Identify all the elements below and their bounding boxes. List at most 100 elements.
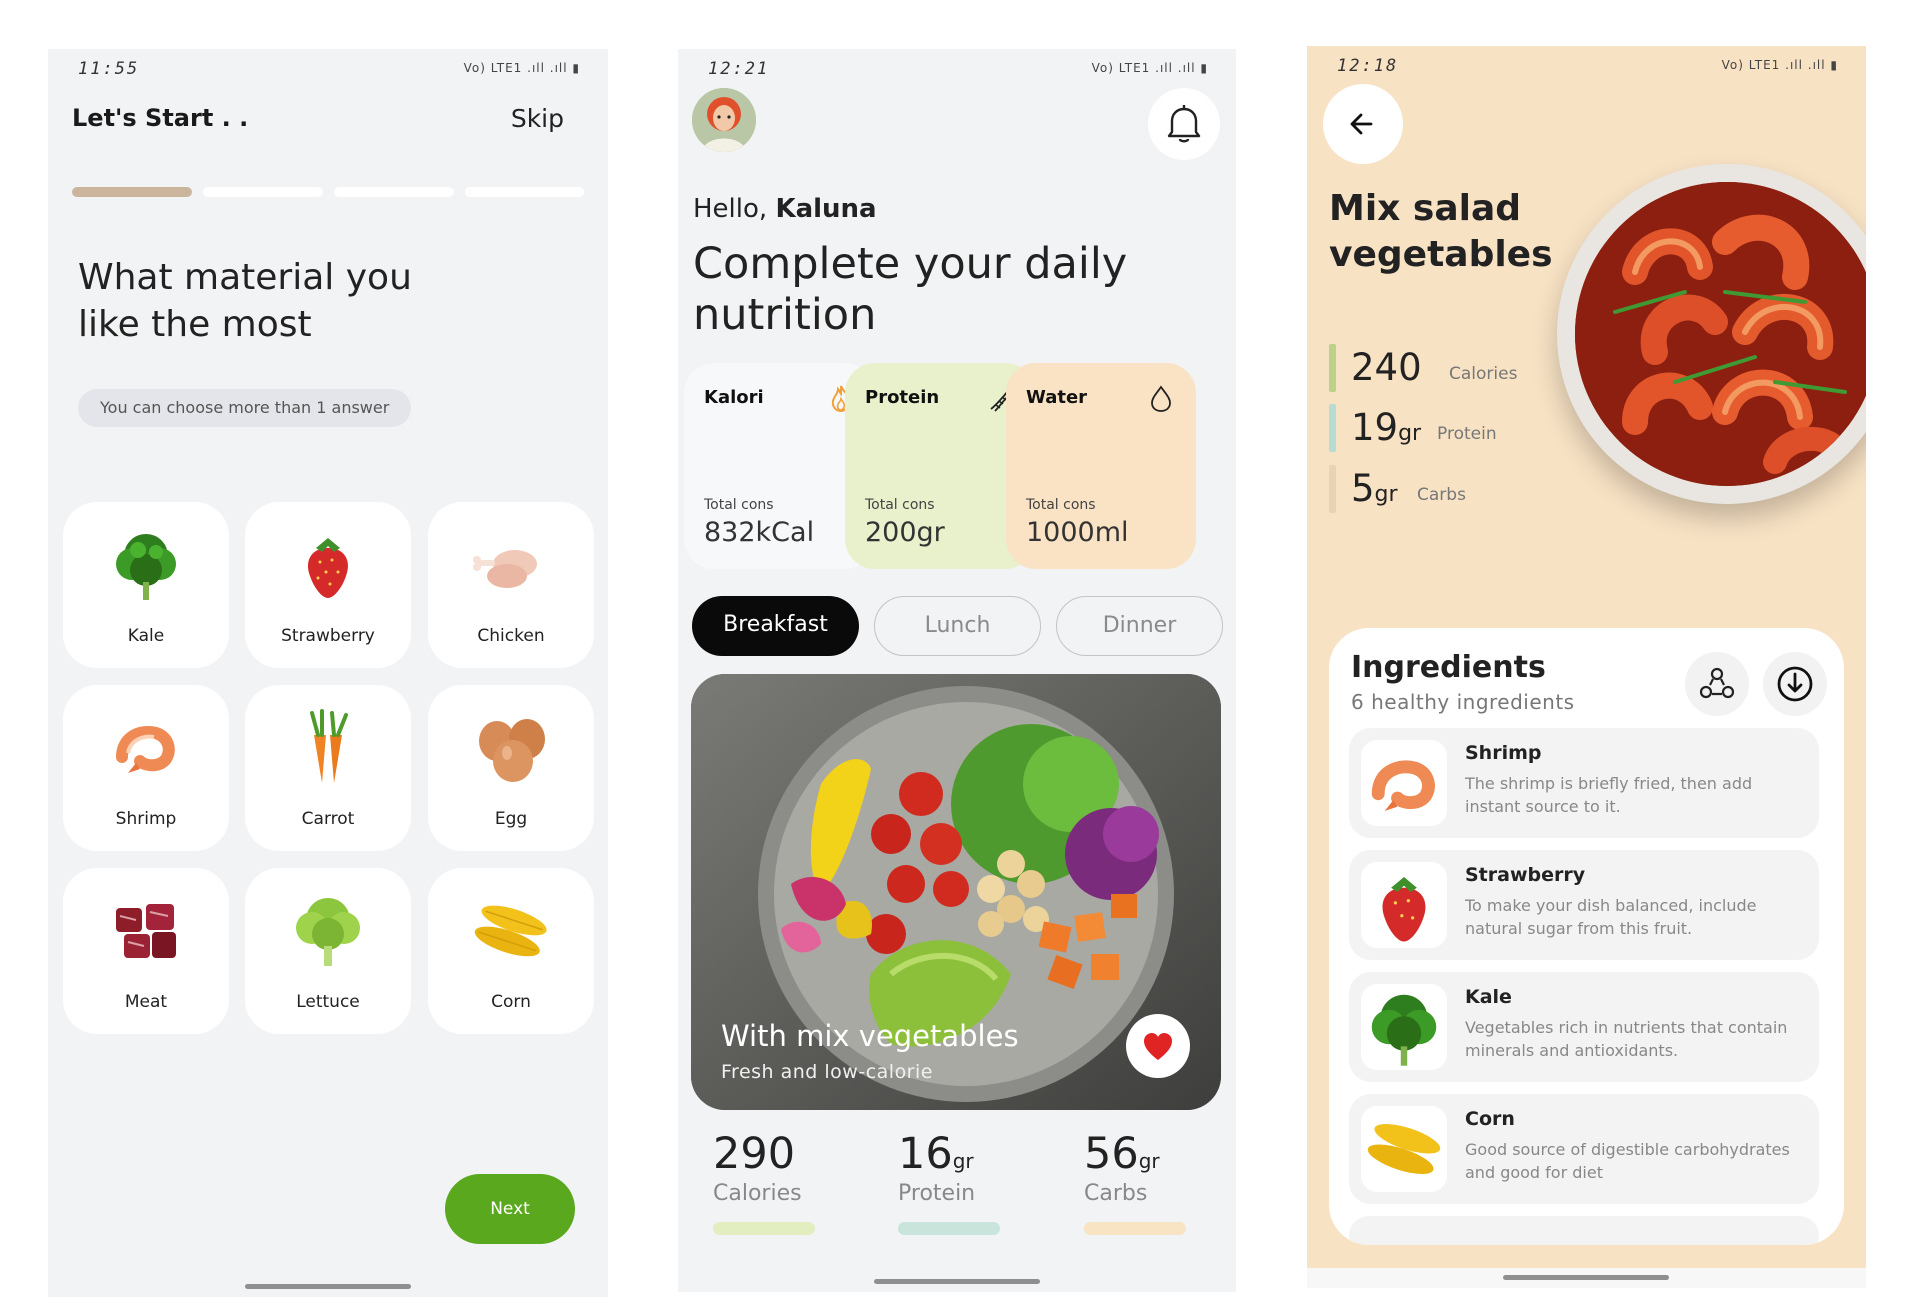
status-icons: Vo) LTE1 .ıll .ıll ▮: [1091, 61, 1208, 75]
favorite-button[interactable]: [1126, 1014, 1190, 1078]
card-value: 832kCal: [704, 517, 814, 548]
ingredient-item[interactable]: Corn Good source of digestible carbohydr…: [1349, 1094, 1819, 1204]
back-button[interactable]: [1323, 84, 1403, 164]
option-label: Carrot: [301, 809, 355, 829]
ingredients-title: Ingredients: [1351, 650, 1546, 685]
option-shrimp[interactable]: Shrimp: [63, 685, 229, 851]
shrimp-icon: [116, 726, 175, 773]
tab-lunch[interactable]: Lunch: [874, 596, 1041, 656]
next-button[interactable]: Next: [445, 1174, 575, 1244]
option-carrot[interactable]: Carrot: [245, 685, 411, 851]
progress-step-2: [203, 187, 323, 197]
card-label: Protein: [865, 387, 940, 408]
dish-stat-protein: 19gr Protein: [1329, 404, 1549, 452]
dish-title: Mix salad vegetables: [1329, 188, 1553, 275]
option-label: Lettuce: [296, 992, 360, 1012]
card-unit: kCal: [755, 517, 815, 548]
option-meat[interactable]: Meat: [63, 868, 229, 1034]
ingredient-item-peek[interactable]: [1349, 1216, 1819, 1245]
egg-icon: [479, 719, 545, 782]
strawberry-icon: [308, 538, 348, 598]
hint-badge: You can choose more than 1 answer: [78, 389, 412, 427]
ingredient-name: Strawberry: [1465, 864, 1586, 886]
option-label: Egg: [494, 809, 528, 829]
stat-label: Calories: [713, 1181, 802, 1206]
card-label: Water: [1026, 387, 1088, 408]
ingredient-thumbnail: [1361, 862, 1447, 948]
shrimp-icon: [1371, 760, 1435, 811]
stat-label: Carbs: [1084, 1181, 1148, 1206]
ingredient-item[interactable]: Kale Vegetables rich in nutrients that c…: [1349, 972, 1819, 1082]
option-label: Strawberry: [281, 626, 375, 646]
tab-dinner[interactable]: Dinner: [1056, 596, 1223, 656]
greeting-prefix: Hello,: [693, 194, 776, 224]
progress-step-4: [465, 187, 584, 197]
ingredient-description: The shrimp is briefly fried, then add in…: [1465, 774, 1753, 816]
card-label: Kalori: [704, 387, 764, 408]
corn-icon: [1367, 1124, 1441, 1174]
stat-number: 16: [898, 1129, 953, 1179]
option-lettuce[interactable]: Lettuce: [245, 868, 411, 1034]
download-button[interactable]: [1763, 652, 1827, 716]
option-strawberry[interactable]: Strawberry: [245, 502, 411, 668]
card-unit: ml: [1094, 517, 1129, 548]
avatar[interactable]: [692, 88, 756, 152]
stat-value: 5gr: [1351, 467, 1398, 510]
stat-calories: 290 Calories: [713, 1129, 823, 1235]
ingredient-name: Shrimp: [1465, 742, 1542, 764]
tab-breakfast[interactable]: Breakfast: [692, 596, 859, 656]
card-caption: Total cons: [1026, 497, 1096, 513]
card-number: 832: [704, 517, 756, 548]
share-button[interactable]: [1685, 652, 1749, 716]
bell-icon: [1167, 105, 1201, 143]
stat-value: 56gr: [1084, 1129, 1194, 1179]
option-label: Chicken: [477, 626, 545, 646]
stat-bar: [898, 1222, 1000, 1235]
ingredient-description: Vegetables rich in nutrients that contai…: [1465, 1018, 1788, 1060]
stat-unit: gr: [1398, 421, 1422, 446]
ingredient-description: To make your dish balanced, include natu…: [1465, 896, 1757, 938]
ingredient-thumbnail: [1361, 984, 1447, 1070]
question-heading: What material you like the most: [78, 257, 412, 345]
card-value: 200gr: [865, 517, 945, 548]
ingredient-item[interactable]: Shrimp The shrimp is briefly fried, then…: [1349, 728, 1819, 838]
greeting: Hello, Kaluna: [693, 194, 877, 224]
option-label: Corn: [491, 992, 531, 1012]
option-chicken[interactable]: Chicken: [428, 502, 594, 668]
notification-button[interactable]: [1148, 88, 1220, 160]
stat-value: 19gr: [1351, 406, 1421, 449]
stat-bar: [713, 1222, 815, 1235]
ingredients-subtitle: 6 healthy ingredients: [1351, 690, 1575, 714]
download-icon: [1777, 666, 1813, 702]
stat-number: 5: [1351, 467, 1375, 510]
water-drop-icon: [1151, 385, 1171, 412]
card-caption: Total cons: [865, 497, 935, 513]
heart-icon: [1144, 1033, 1172, 1060]
status-bar: 11:55 Vo) LTE1 .ıll .ıll ▮: [48, 57, 608, 83]
home-screen: 12:21 Vo) LTE1 .ıll .ıll ▮ Hello, Kaluna…: [678, 49, 1236, 1292]
stat-number: 290: [713, 1129, 796, 1179]
water-card[interactable]: Water Total cons 1000ml: [1006, 363, 1196, 569]
meal-title: With mix vegetables: [721, 1019, 1019, 1053]
meal-card[interactable]: With mix vegetables Fresh and low-calori…: [691, 674, 1221, 1110]
option-label: Meat: [124, 992, 168, 1012]
option-corn[interactable]: Corn: [428, 868, 594, 1034]
carrot-icon: [310, 709, 348, 783]
stat-value: 16gr: [898, 1129, 1008, 1179]
stat-value: 290: [713, 1129, 823, 1179]
stat-label: Protein: [1437, 424, 1497, 444]
shrimp-dish-icon: [1575, 182, 1866, 486]
ingredient-name: Corn: [1465, 1108, 1515, 1130]
user-avatar-icon: [692, 88, 756, 152]
ingredient-thumbnail: [1361, 740, 1447, 826]
home-indicator: [245, 1284, 411, 1289]
ingredient-thumbnail: [1361, 1106, 1447, 1192]
card-value: 1000ml: [1026, 517, 1129, 548]
option-kale[interactable]: Kale: [63, 502, 229, 668]
ingredient-item[interactable]: Strawberry To make your dish balanced, i…: [1349, 850, 1819, 960]
option-label: Kale: [127, 626, 165, 646]
skip-button[interactable]: Skip: [511, 104, 564, 133]
home-indicator: [874, 1279, 1040, 1284]
option-egg[interactable]: Egg: [428, 685, 594, 851]
user-name: Kaluna: [775, 194, 877, 224]
